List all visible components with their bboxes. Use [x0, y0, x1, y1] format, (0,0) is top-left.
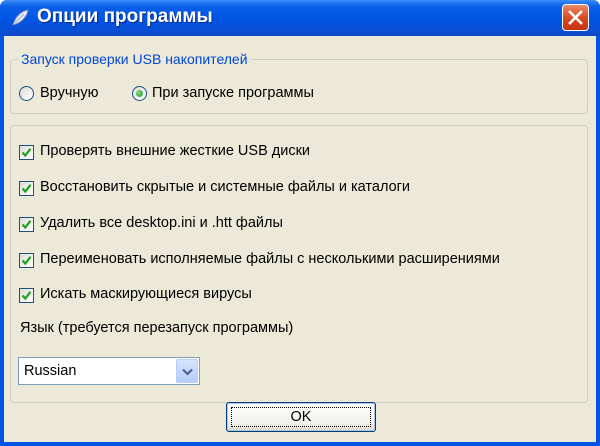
radio-manual-label[interactable]: Вручную — [40, 85, 99, 101]
app-icon — [12, 9, 29, 26]
checkbox-delete-desktop-ini-label[interactable]: Удалить все desktop.ini и .htt файлы — [40, 215, 283, 231]
checkmark-icon — [21, 291, 32, 301]
close-button[interactable] — [562, 4, 589, 31]
checkbox-rename-executables-label[interactable]: Переименовать исполняемые файлы с нескол… — [40, 251, 500, 267]
checkmark-icon — [21, 184, 32, 194]
ok-button-label: OK — [290, 409, 312, 425]
ok-button[interactable]: OK — [226, 402, 376, 432]
radio-selected-dot — [136, 90, 143, 97]
dialog-body: Запуск проверки USB накопителей Вручную … — [4, 36, 596, 442]
language-select[interactable]: Russian — [18, 357, 200, 385]
language-select-value: Russian — [24, 363, 77, 379]
radio-manual[interactable] — [19, 86, 34, 101]
dropdown-button[interactable] — [176, 359, 198, 383]
language-label: Язык (требуется перезапуск программы) — [20, 320, 294, 336]
usb-check-group-label: Запуск проверки USB накопителей — [18, 51, 251, 67]
radio-on-startup-label[interactable]: При запуске программы — [152, 85, 314, 101]
checkmark-icon — [21, 220, 32, 230]
checkmark-icon — [21, 148, 32, 158]
checkbox-restore-hidden-files-label[interactable]: Восстановить скрытые и системные файлы и… — [40, 179, 410, 195]
title-bar[interactable]: Опции программы — [0, 0, 600, 36]
checkbox-rename-executables[interactable] — [19, 253, 34, 268]
window-title: Опции программы — [37, 6, 213, 27]
checkbox-check-external-usb-label[interactable]: Проверять внешние жесткие USB диски — [40, 143, 310, 159]
radio-on-startup[interactable] — [132, 86, 147, 101]
checkbox-restore-hidden-files[interactable] — [19, 181, 34, 196]
close-icon — [568, 10, 583, 25]
checkbox-find-masking-viruses[interactable] — [19, 288, 34, 303]
checkbox-check-external-usb[interactable] — [19, 145, 34, 160]
checkbox-delete-desktop-ini[interactable] — [19, 217, 34, 232]
chevron-down-icon — [182, 368, 193, 376]
checkbox-find-masking-viruses-label[interactable]: Искать маскирующиеся вирусы — [40, 286, 252, 302]
options-dialog: Опции программы Запуск проверки USB нако… — [0, 0, 600, 446]
checkmark-icon — [21, 256, 32, 266]
